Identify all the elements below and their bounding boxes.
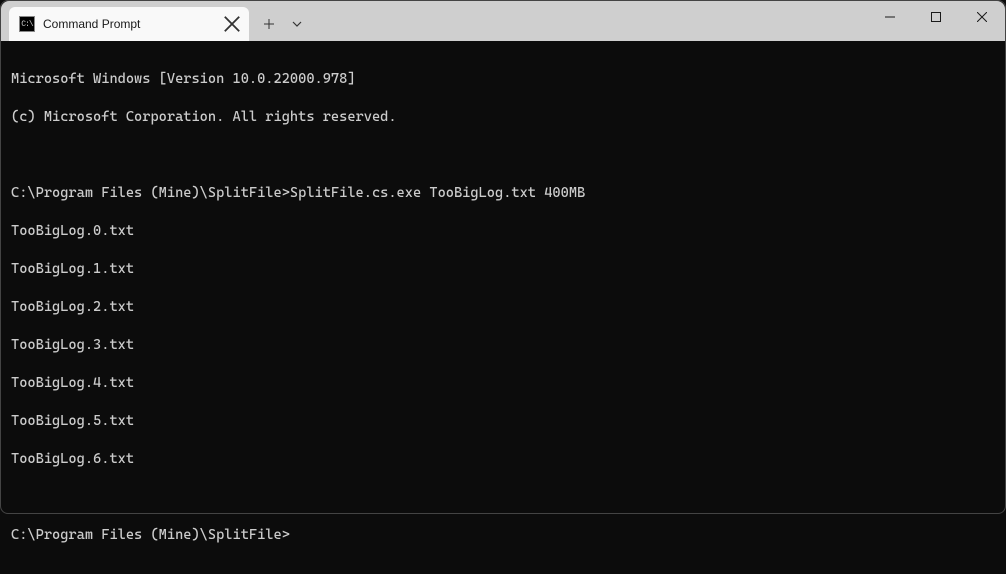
header-line: (c) Microsoft Corporation. All rights re…	[11, 108, 995, 127]
close-button[interactable]	[959, 1, 1005, 33]
window-controls	[867, 1, 1005, 33]
new-tab-button[interactable]	[253, 9, 285, 39]
titlebar: C:\ Command Prompt	[1, 1, 1005, 41]
minimize-button[interactable]	[867, 1, 913, 33]
tab-close-button[interactable]	[223, 15, 241, 33]
tab-command-prompt[interactable]: C:\ Command Prompt	[9, 7, 249, 41]
tab-dropdown-button[interactable]	[285, 9, 309, 39]
prompt: C:\Program Files (Mine)\SplitFile>	[11, 526, 290, 545]
command-input[interactable]	[290, 526, 995, 545]
terminal-content[interactable]: Microsoft Windows [Version 10.0.22000.97…	[1, 41, 1005, 574]
tab-title: Command Prompt	[43, 17, 215, 31]
maximize-button[interactable]	[913, 1, 959, 33]
cmd-icon: C:\	[19, 16, 35, 32]
command-text: SplitFile.cs.exe TooBigLog.txt 400MB	[290, 185, 585, 201]
output-line: TooBigLog.0.txt	[11, 222, 995, 241]
output-line: TooBigLog.6.txt	[11, 450, 995, 469]
current-prompt-line: C:\Program Files (Mine)\SplitFile>	[11, 526, 995, 545]
blank-line	[11, 146, 995, 165]
output-line: TooBigLog.2.txt	[11, 298, 995, 317]
output-line: TooBigLog.3.txt	[11, 336, 995, 355]
output-line: TooBigLog.5.txt	[11, 412, 995, 431]
command-line: C:\Program Files (Mine)\SplitFile>SplitF…	[11, 184, 995, 203]
tab-actions	[249, 7, 309, 41]
output-line: TooBigLog.1.txt	[11, 260, 995, 279]
blank-line	[11, 488, 995, 507]
header-line: Microsoft Windows [Version 10.0.22000.97…	[11, 70, 995, 89]
output-line: TooBigLog.4.txt	[11, 374, 995, 393]
prompt: C:\Program Files (Mine)\SplitFile>	[11, 185, 290, 201]
